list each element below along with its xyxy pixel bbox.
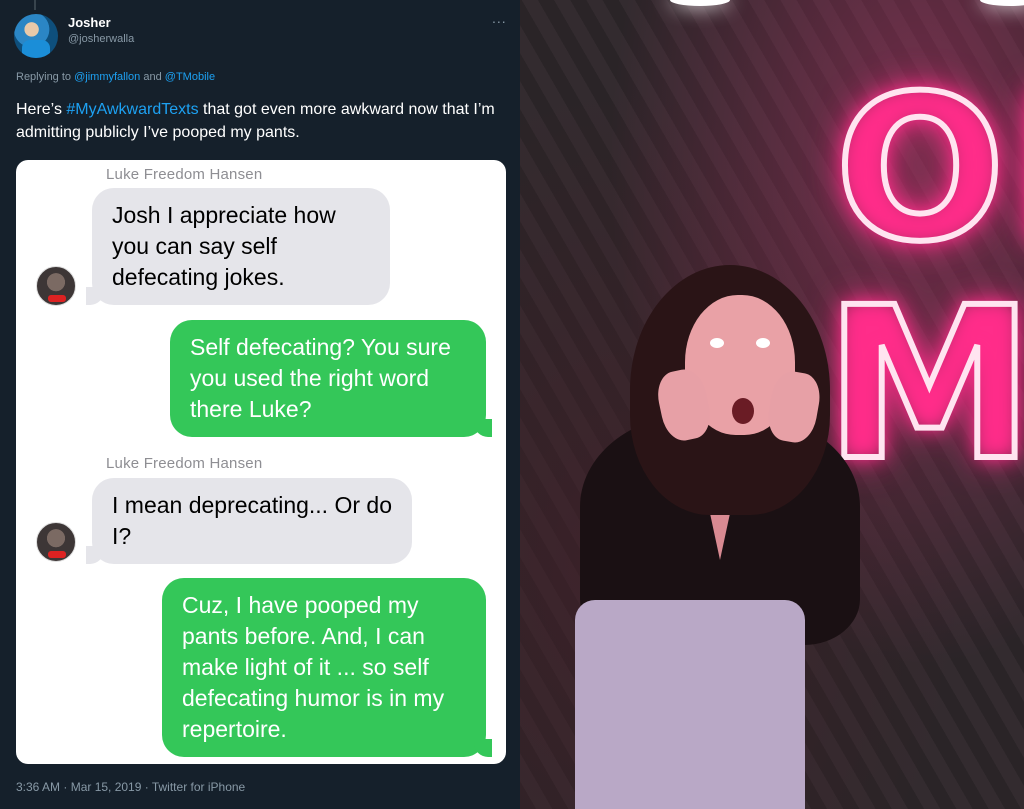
- incoming-message-bubble: Josh I appreciate how you can say self d…: [86, 188, 390, 305]
- message-sender-label: Luke Freedom Hansen: [106, 166, 263, 183]
- photo-neon-sign-woman: OH MY: [520, 0, 1024, 809]
- tweet-media-screenshot[interactable]: Luke Freedom Hansen Josh I appreciate ho…: [16, 160, 506, 764]
- message-sender-label: Luke Freedom Hansen: [106, 455, 263, 472]
- user-handle[interactable]: @josherwalla: [68, 33, 134, 45]
- replying-prefix: Replying to: [16, 71, 72, 83]
- tweet-text: Here’s #MyAwkwardTexts that got even mor…: [16, 98, 516, 144]
- contact-avatar: [36, 522, 76, 562]
- tweet-card: Josher @josherwalla ... Replying to @jim…: [0, 0, 520, 809]
- avatar[interactable]: [14, 14, 58, 58]
- person-mouth: [732, 398, 754, 424]
- outgoing-message-bubble: Self defecating? You sure you used the r…: [170, 320, 492, 437]
- outgoing-message-bubble: Cuz, I have pooped my pants before. And,…: [162, 578, 492, 757]
- tweet-text-start: Here’s: [16, 101, 67, 118]
- contact-avatar: [36, 266, 76, 306]
- hashtag-link[interactable]: #MyAwkwardTexts: [66, 101, 198, 118]
- ceiling-light: [670, 0, 730, 6]
- replying-and: and: [143, 71, 162, 83]
- neon-sign-line1: OH: [832, 53, 1024, 286]
- mention-link-tmobile[interactable]: @TMobile: [165, 71, 215, 83]
- mention-link-jimmyfallon[interactable]: @jimmyfallon: [74, 71, 140, 83]
- person-jeans: [575, 600, 805, 809]
- person-eye: [710, 338, 724, 348]
- incoming-message-bubble: I mean deprecating... Or do I?: [86, 478, 412, 564]
- ceiling-light: [980, 0, 1024, 6]
- replying-to: Replying to @jimmyfallon and @TMobile: [16, 71, 215, 83]
- tweet-timestamp[interactable]: 3:36 AM · Mar 15, 2019 · Twitter for iPh…: [16, 780, 245, 794]
- neon-sign-line2: MY: [822, 262, 1024, 507]
- person-eye: [756, 338, 770, 348]
- more-options-icon[interactable]: ...: [492, 10, 507, 26]
- display-name[interactable]: Josher: [68, 15, 111, 30]
- thread-line: [34, 0, 36, 10]
